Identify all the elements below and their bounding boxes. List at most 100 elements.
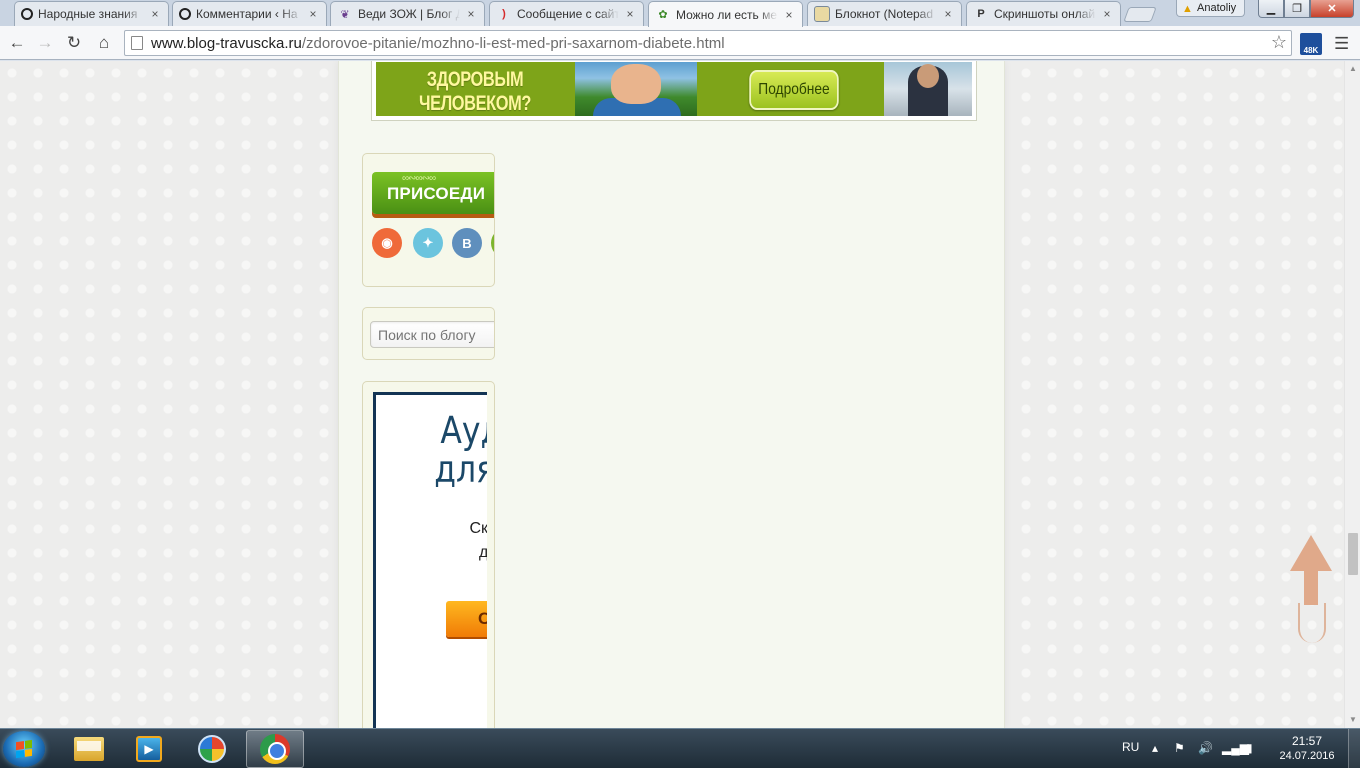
url-text: www.blog-travuscka.ru/zdorovoe-pitanie/m… [151,35,725,52]
tab-close-icon[interactable]: × [306,7,320,21]
tab-close-icon[interactable]: × [464,7,478,21]
tab-strip: Народные знания × Комментарии ‹ На × ❦ В… [0,0,1360,27]
chrome-icon [260,734,290,764]
opera-icon [21,8,33,20]
social-more-icon[interactable] [491,228,494,258]
action-center-flag-icon[interactable]: ⚑ [1174,741,1185,755]
p-icon: P [977,8,985,20]
banner-text: ЗДОРОВЫМ ЧЕЛОВЕКОМ? [401,68,549,116]
scroll-to-top-button[interactable] [1290,535,1332,645]
tab-vedi-zozh[interactable]: ❦ Веди ЗОЖ | Блог Д × [330,1,485,26]
banner-photo-veteran [884,62,972,116]
tab-close-icon[interactable]: × [941,7,955,21]
audio-download-button[interactable]: С [446,601,487,637]
profile-button[interactable]: ▲ Anatoliy [1176,0,1246,17]
warning-icon: ▲ [1182,3,1193,15]
tab-skrinshoty[interactable]: P Скриншоты онлай × [966,1,1121,26]
tab-soobshchenie[interactable]: ) Сообщение с сайт × [489,1,644,26]
start-button[interactable] [3,731,45,767]
new-tab-button[interactable] [1123,7,1157,22]
audio-description: Скачайте 1 для глуб б [469,520,487,561]
tab-mozhno-li-est-med[interactable]: ✿ Можно ли есть ме × [648,1,803,27]
windows-logo-icon [16,739,32,759]
banner-more-button[interactable]: Подробнее [749,70,839,110]
scrollbar-thumb[interactable] [1348,533,1358,575]
audio-title: Ауди для м [434,409,487,491]
screenshot-extension-button[interactable]: 48K [1300,33,1322,55]
photo-head [917,64,939,88]
vk-icon[interactable]: В [452,228,482,258]
forward-icon[interactable]: → [33,32,57,54]
tab-title: Комментарии ‹ На [196,7,298,21]
tab-kommentarii[interactable]: Комментарии ‹ На × [172,1,327,26]
tab-title: Народные знания [38,7,138,21]
url-path: /zdorovoe-pitanie/mozhno-li-est-med-pri-… [301,34,725,52]
arrow-stem [1304,569,1318,605]
url-host: www.blog-travuscka.ru [151,34,302,52]
banner-text-line1: ЗДОРОВЫМ [426,68,524,91]
content-column: ЗДОРОВЫМ ЧЕЛОВЕКОМ? Подробнее ∞∾∞∾∞ ПРИС… [338,61,1005,728]
blog-search-input[interactable] [370,321,494,348]
tray-expand-icon[interactable]: ▴ [1152,741,1158,755]
bookmark-star-icon[interactable]: ☆ [1271,32,1287,53]
profile-name: Anatoliy [1197,2,1237,14]
folder-icon [74,737,104,761]
banner-photo-elderly-man [575,62,697,116]
volume-icon[interactable]: 🔊 [1198,741,1213,755]
tab-close-icon[interactable]: × [1100,7,1114,21]
window-controls: ▁ ❐ ✕ [1258,0,1354,18]
taskbar-chrome[interactable] [246,730,304,768]
menu-icon[interactable]: ☰ [1334,34,1350,54]
tab-close-icon[interactable]: × [623,7,637,21]
tab-title: Блокнот (Notepad [835,7,934,21]
reload-icon[interactable]: ↻ [62,32,86,54]
taskbar-media-player[interactable]: ▶ [120,730,178,768]
tab-narodnye-znaniya[interactable]: Народные знания × [14,1,169,26]
audio-promo-card: Ауди для м Скачайте 1 для глуб б С [373,392,487,728]
media-player-icon: ▶ [136,736,162,762]
scroll-down-icon[interactable]: ▼ [1345,712,1360,728]
vk-label: В [462,235,472,251]
search-widget [362,307,495,360]
taskbar-app[interactable] [183,730,241,768]
banner-image: ЗДОРОВЫМ ЧЕЛОВЕКОМ? Подробнее [376,62,972,116]
app-ball-icon [198,735,226,763]
ornament-icon: ∞∾∞∾∞ [402,173,436,184]
mail-icon: ) [502,8,506,20]
opera-icon [179,8,191,20]
tab-close-icon[interactable]: × [782,8,796,22]
home-icon[interactable]: ⌂ [92,32,116,54]
scroll-up-icon[interactable]: ▲ [1345,61,1360,77]
leaf-icon: ❦ [340,8,350,21]
twitter-icon[interactable]: ✦ [413,228,443,258]
page-icon [131,36,143,50]
arrow-roots [1298,603,1326,643]
clock-date: 24.07.2016 [1279,750,1335,762]
back-icon[interactable]: ← [5,32,29,54]
join-ribbon: ∞∾∞∾∞ ПРИСОЕДИ [372,172,494,214]
close-window-button[interactable]: ✕ [1310,0,1354,18]
vertical-scrollbar[interactable]: ▲ ▼ [1344,61,1360,728]
minimize-button[interactable]: ▁ [1258,0,1284,18]
language-indicator[interactable]: RU [1122,740,1139,754]
rss-icon[interactable]: ◉ [372,228,402,258]
social-widget: ∞∾∞∾∞ ПРИСОЕДИ ◉ ✦ В [362,153,495,287]
power-icon[interactable]: ▮ [1246,741,1253,755]
up-arrow-icon [1290,535,1332,571]
herb-icon: ✿ [658,9,668,21]
clock[interactable]: 21:57 24.07.2016 [1272,734,1342,764]
join-label: ПРИСОЕДИ [387,184,486,203]
photo-face [611,64,661,104]
address-bar[interactable]: www.blog-travuscka.ru/zdorovoe-pitanie/m… [124,30,1292,56]
maximize-button[interactable]: ❐ [1284,0,1310,18]
tab-bloknot[interactable]: Блокнот (Notepad × [807,1,962,26]
network-signal-icon[interactable]: ▂▄▆ [1222,741,1249,755]
notepad-icon [814,6,830,22]
show-desktop-button[interactable] [1348,729,1360,768]
clock-time: 21:57 [1291,734,1323,748]
browser-toolbar: ← → ↻ ⌂ www.blog-travuscka.ru/zdorovoe-p… [0,26,1360,60]
ad-banner[interactable]: ЗДОРОВЫМ ЧЕЛОВЕКОМ? Подробнее [371,61,977,121]
audio-widget: Ауди для м Скачайте 1 для глуб б С [362,381,495,728]
tab-close-icon[interactable]: × [148,7,162,21]
taskbar-explorer[interactable] [60,730,118,768]
